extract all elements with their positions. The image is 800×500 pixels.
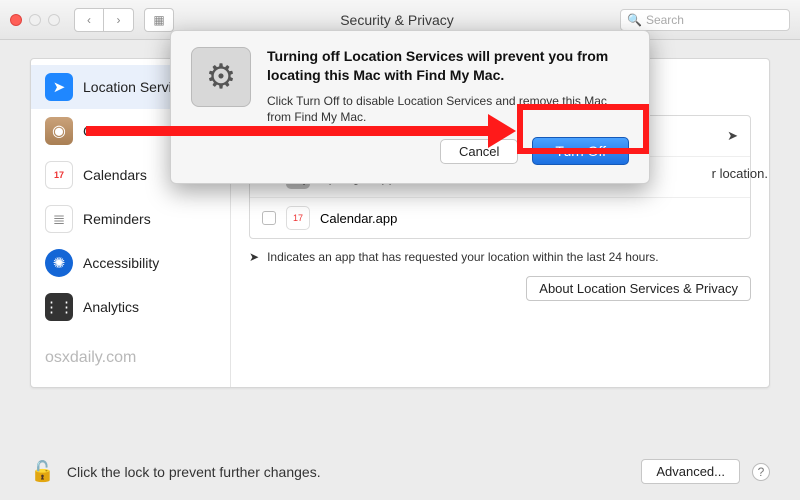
show-all-button[interactable]: ▦: [144, 8, 174, 32]
search-icon: 🔍: [627, 13, 642, 27]
app-name: Calendar.app: [320, 211, 397, 226]
recent-location-indicator-icon: ➤: [727, 128, 738, 144]
analytics-icon: ⋮⋮: [45, 293, 73, 321]
location-arrow-icon: ➤: [249, 249, 259, 266]
gear-icon: ⚙: [191, 47, 251, 107]
enable-location-text-fragment: r location.: [712, 166, 768, 181]
dialog-heading: Turning off Location Services will preve…: [267, 47, 629, 85]
close-window-button[interactable]: [10, 14, 22, 26]
nav-back-forward: ‹ ›: [74, 8, 134, 32]
help-button[interactable]: ?: [752, 463, 770, 481]
calendar-icon: 17: [45, 161, 73, 189]
minimize-window-button: [29, 14, 41, 26]
grid-icon: ▦: [153, 13, 164, 27]
indicator-text: Indicates an app that has requested your…: [267, 249, 659, 266]
lock-help-text: Click the lock to prevent further change…: [67, 464, 629, 480]
app-checkbox[interactable]: [262, 211, 276, 225]
cancel-button[interactable]: Cancel: [440, 139, 518, 164]
preferences-footer: 🔓 Click the lock to prevent further chan…: [30, 459, 770, 484]
sidebar-item-label: Contacts: [83, 123, 138, 139]
reminders-icon: ≣: [45, 205, 73, 233]
turn-off-location-services-dialog: ⚙ Turning off Location Services will pre…: [170, 30, 650, 184]
watermark-text: osxdaily.com: [31, 349, 230, 381]
search-field[interactable]: 🔍 Search: [620, 9, 790, 31]
back-button[interactable]: ‹: [74, 8, 104, 32]
calendar-app-icon: 17: [286, 206, 310, 230]
sidebar-item-analytics[interactable]: ⋮⋮ Analytics: [31, 285, 230, 329]
sidebar-item-label: Reminders: [83, 211, 151, 227]
zoom-window-button: [48, 14, 60, 26]
search-placeholder: Search: [646, 13, 684, 27]
turn-off-button[interactable]: Turn Off: [532, 137, 629, 165]
about-location-services-button[interactable]: About Location Services & Privacy: [526, 276, 751, 301]
recent-indicator-note: ➤ Indicates an app that has requested yo…: [249, 249, 751, 266]
contacts-icon: ◉: [45, 117, 73, 145]
advanced-button[interactable]: Advanced...: [641, 459, 740, 484]
sidebar-item-reminders[interactable]: ≣ Reminders: [31, 197, 230, 241]
sidebar-item-accessibility[interactable]: ✺ Accessibility: [31, 241, 230, 285]
window-title: Security & Privacy: [174, 12, 620, 28]
list-item[interactable]: 17 Calendar.app: [250, 198, 750, 238]
dialog-message: Click Turn Off to disable Location Servi…: [267, 93, 629, 125]
sidebar-item-label: Calendars: [83, 167, 147, 183]
forward-button[interactable]: ›: [104, 8, 134, 32]
lock-icon[interactable]: 🔓: [30, 459, 55, 484]
location-arrow-icon: ➤: [45, 73, 73, 101]
window-controls: [10, 14, 60, 26]
accessibility-icon: ✺: [45, 249, 73, 277]
sidebar-item-label: Accessibility: [83, 255, 159, 271]
sidebar-item-label: Analytics: [83, 299, 139, 315]
